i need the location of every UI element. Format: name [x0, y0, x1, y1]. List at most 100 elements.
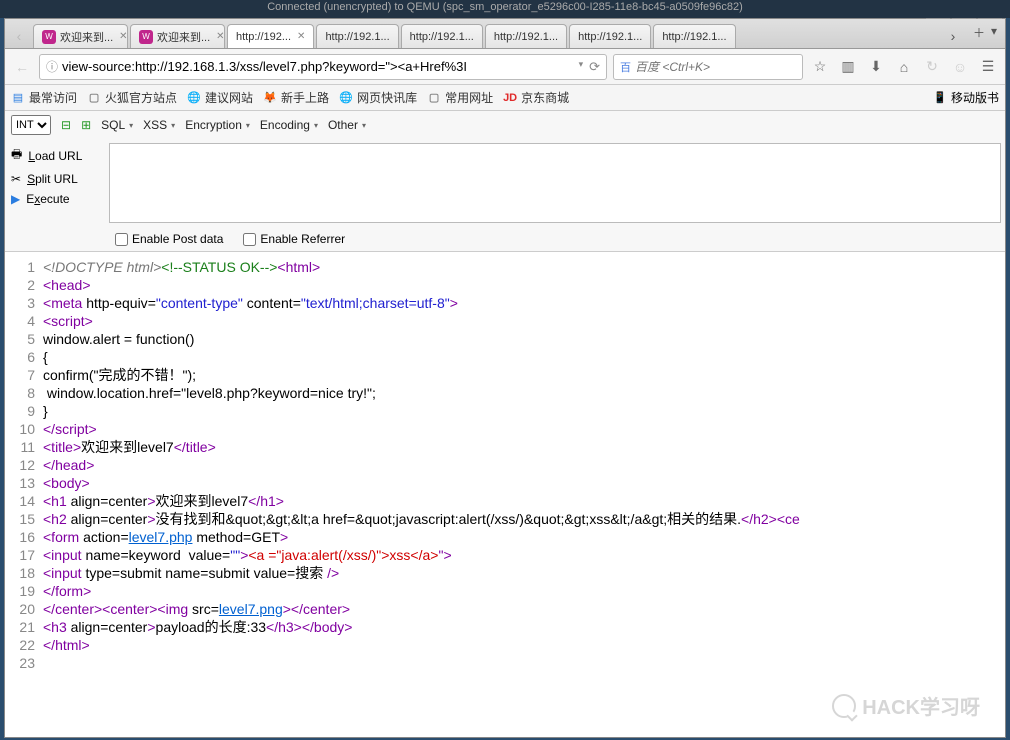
source-line: 16<form action=level7.php method=GET>: [15, 528, 995, 546]
tab-5[interactable]: http://192.1...: [485, 24, 567, 48]
vm-titlebar: Connected (unencrypted) to QEMU (spc_sm_…: [0, 0, 1010, 18]
tab-0[interactable]: W 欢迎来到... ✕: [33, 24, 128, 48]
source-line: 9}: [15, 402, 995, 420]
tab-4[interactable]: http://192.1...: [401, 24, 483, 48]
source-line: 5window.alert = function(): [15, 330, 995, 348]
tab-list-dropdown-icon[interactable]: ▾: [991, 24, 997, 48]
bookmarks-bar: ▤ 最常访问 ▢火狐官方站点 🌐建议网站 🦊新手上路 🌐网页快讯库 ▢常用网址 JD京东商…: [5, 85, 1005, 111]
tab-label: http://192.1...: [494, 31, 558, 43]
hackbar-sql-menu[interactable]: SQL: [101, 118, 133, 132]
bookmark-mobile[interactable]: 移动版书: [951, 89, 999, 106]
source-line: 10</script>: [15, 420, 995, 438]
tab-label: http://192.1...: [578, 31, 642, 43]
source-line: 21<h3 align=center>payload的长度:33</h3></b…: [15, 618, 995, 636]
printer-icon: 🖶: [11, 145, 22, 166]
refresh2-icon[interactable]: ↻: [921, 56, 943, 78]
hackbar-type-select[interactable]: INT: [11, 115, 51, 135]
source-line: 1<!DOCTYPE html><!--STATUS OK--><html>: [15, 258, 995, 276]
tab-3[interactable]: http://192.1...: [316, 24, 398, 48]
source-line: 22</html>: [15, 636, 995, 654]
info-icon[interactable]: ⓘ: [46, 58, 58, 75]
source-line: 15<h2 align=center>没有找到和&quot;&gt;&lt;a …: [15, 510, 995, 528]
wechat-icon: [832, 694, 856, 718]
source-line: 14<h1 align=center>欢迎来到level7</h1>: [15, 492, 995, 510]
bookmark-item-5[interactable]: JD京东商城: [503, 89, 569, 106]
source-line: 2<head>: [15, 276, 995, 294]
source-line: 6{: [15, 348, 995, 366]
url-input[interactable]: [62, 59, 579, 74]
clipboard-icon: ▤: [11, 91, 25, 105]
tab-2[interactable]: http://192... ✕: [227, 24, 314, 48]
mobile-icon: 📱: [933, 91, 947, 105]
scissors-icon: ✂: [11, 172, 21, 186]
hackbar-decrement-icon[interactable]: ⊟: [61, 118, 71, 132]
bookmark-item-4[interactable]: ▢常用网址: [427, 89, 493, 106]
url-box[interactable]: ⓘ ▾ ⟳: [39, 54, 607, 80]
toolbar: ← ⓘ ▾ ⟳ 百 ☆ ▥ ⬇ ⌂ ↻ ☺ ☰: [5, 49, 1005, 85]
reload-icon[interactable]: ⟳: [589, 59, 600, 75]
tab-7[interactable]: http://192.1...: [653, 24, 735, 48]
source-line: 3<meta http-equiv="content-type" content…: [15, 294, 995, 312]
hackbar-split-url[interactable]: ✂Split URL: [11, 172, 107, 186]
bookmark-item-3[interactable]: 🌐网页快讯库: [339, 89, 417, 106]
hackbar-load-url[interactable]: 🖶Load URL: [11, 145, 107, 166]
home-icon[interactable]: ⌂: [893, 56, 915, 78]
tab-close-icon[interactable]: ✕: [297, 31, 305, 42]
hackbar-post-checkbox[interactable]: Enable Post data: [115, 232, 223, 246]
tab-scroll-left-icon[interactable]: ‹: [9, 24, 29, 48]
search-input[interactable]: [635, 60, 796, 74]
hackbar-execute[interactable]: ▶Execute: [11, 192, 107, 206]
source-line: 23: [15, 654, 995, 672]
menu-icon[interactable]: ☰: [977, 56, 999, 78]
dropdown-icon[interactable]: ▾: [579, 59, 584, 75]
search-engine-icon: 百: [620, 59, 631, 75]
favicon-icon: W: [42, 30, 56, 44]
source-line: 20</center><center><img src=level7.png><…: [15, 600, 995, 618]
source-viewer[interactable]: 1<!DOCTYPE html><!--STATUS OK--><html>2<…: [5, 252, 1005, 737]
bookmark-most-visited[interactable]: ▤ 最常访问: [11, 89, 77, 106]
tab-strip: ‹ W欢迎来到...✕W欢迎来到...✕http://192...✕http:/…: [5, 19, 1005, 49]
source-line: 12</head>: [15, 456, 995, 474]
tab-close-icon[interactable]: ✕: [119, 31, 127, 42]
bookmark-star-icon[interactable]: ☆: [809, 56, 831, 78]
hackbar-xss-menu[interactable]: XSS: [143, 118, 175, 132]
tab-label: 欢迎来到...: [157, 29, 210, 45]
hackbar-panel: INT ⊟ ⊞ SQL XSS Encryption Encoding Othe…: [5, 111, 1005, 252]
downloads-icon[interactable]: ⬇: [865, 56, 887, 78]
hackbar-encryption-menu[interactable]: Encryption: [185, 118, 250, 132]
tab-label: http://192.1...: [325, 31, 389, 43]
source-line: 13<body>: [15, 474, 995, 492]
source-line: 7confirm("完成的不错！");: [15, 366, 995, 384]
hackbar-referrer-checkbox[interactable]: Enable Referrer: [243, 232, 345, 246]
bookmark-icon: ▢: [427, 91, 441, 105]
hackbar-increment-icon[interactable]: ⊞: [81, 118, 91, 132]
bookmark-icon: ▢: [87, 91, 101, 105]
hackbar-encoding-menu[interactable]: Encoding: [260, 118, 318, 132]
tab-1[interactable]: W 欢迎来到... ✕: [130, 24, 225, 48]
tab-scroll-right-icon[interactable]: ›: [943, 24, 963, 48]
bookmark-item-2[interactable]: 🦊新手上路: [263, 89, 329, 106]
tab-label: http://192...: [236, 31, 291, 43]
tab-label: http://192.1...: [662, 31, 726, 43]
search-box[interactable]: 百: [613, 54, 803, 80]
tab-6[interactable]: http://192.1...: [569, 24, 651, 48]
source-line: 8 window.location.href="level8.php?keywo…: [15, 384, 995, 402]
hackbar-other-menu[interactable]: Other: [328, 118, 366, 132]
bookmark-icon: 🌐: [187, 91, 201, 105]
tab-label: http://192.1...: [410, 31, 474, 43]
source-line: 19</form>: [15, 582, 995, 600]
source-line: 18<input type=submit name=submit value=搜…: [15, 564, 995, 582]
hackbar-textarea[interactable]: [109, 143, 1001, 223]
source-line: 4<script>: [15, 312, 995, 330]
favicon-icon: W: [139, 30, 153, 44]
back-button[interactable]: ←: [11, 56, 33, 78]
tab-label: 欢迎来到...: [60, 29, 113, 45]
watermark: HACK学习呀: [832, 691, 980, 720]
new-tab-button[interactable]: ＋: [973, 24, 985, 48]
library-icon[interactable]: ▥: [837, 56, 859, 78]
tab-close-icon[interactable]: ✕: [216, 31, 224, 42]
bookmark-item-0[interactable]: ▢火狐官方站点: [87, 89, 177, 106]
smile-icon[interactable]: ☺: [949, 56, 971, 78]
browser-window: – □ ✕ ‹ W欢迎来到...✕W欢迎来到...✕http://192...✕…: [4, 18, 1006, 738]
bookmark-item-1[interactable]: 🌐建议网站: [187, 89, 253, 106]
